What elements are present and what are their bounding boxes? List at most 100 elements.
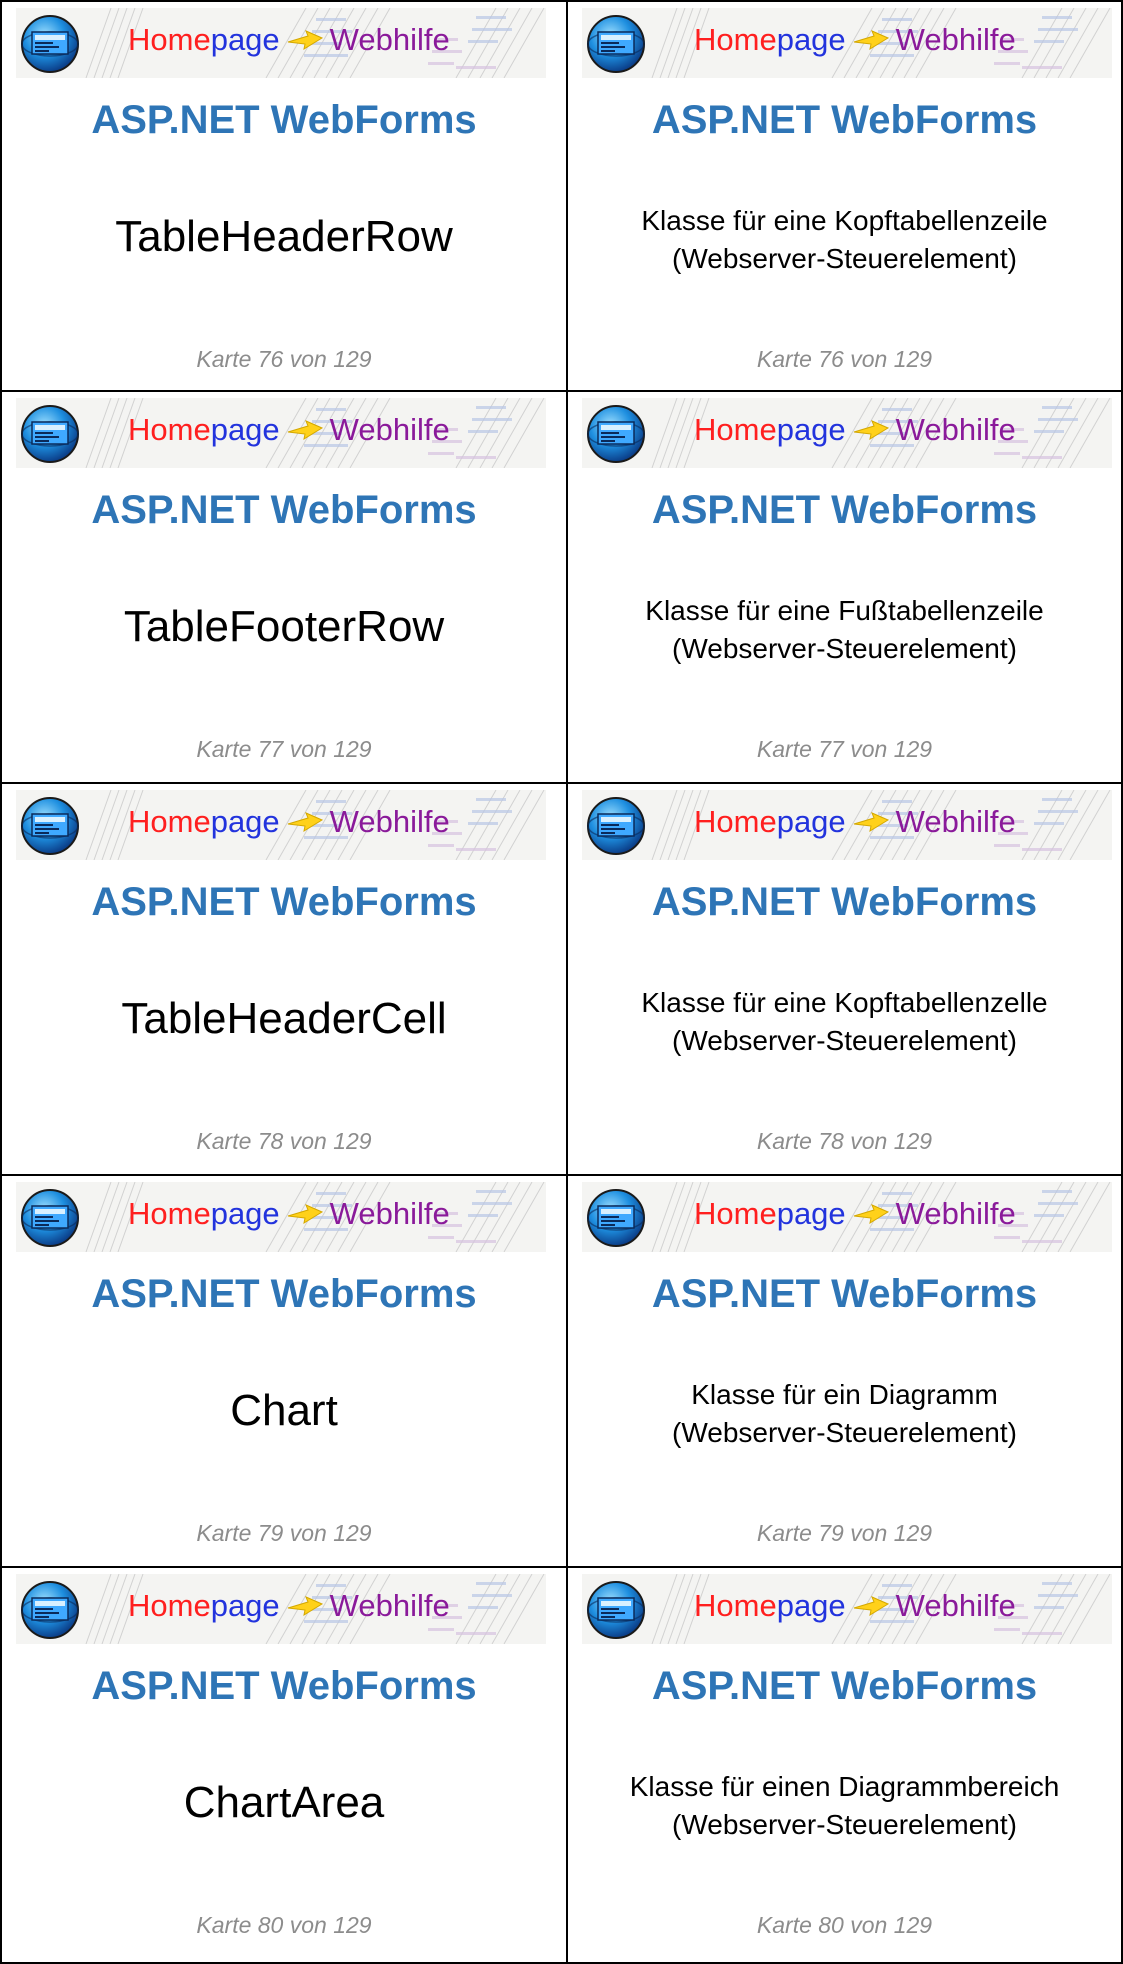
- banner-home-text: Home: [694, 1588, 777, 1623]
- banner-webhilfe-text: Webhilfe: [895, 1588, 1016, 1623]
- banner-home-text: Home: [128, 804, 211, 839]
- flashcard-back: Homepage Webhilfe ASP.NET WebForms Klass…: [568, 392, 1123, 784]
- banner-wordmark: Homepage Webhilfe: [694, 410, 1016, 450]
- banner-page-text: page: [210, 1588, 280, 1623]
- card-title: ASP.NET WebForms: [91, 880, 477, 924]
- card-description: Klasse für eine Kopftabellenzelle (Webser…: [568, 984, 1121, 1060]
- card-description-line: Klasse für eine Kopftabellenzeile: [641, 205, 1048, 236]
- card-number: Karte 76 von 129: [196, 346, 372, 372]
- card-term: TableHeaderCell: [121, 994, 447, 1043]
- card-term: Chart: [230, 1386, 338, 1435]
- card-number: Karte 80 von 129: [756, 1912, 933, 1938]
- banner-home-text: Home: [128, 1196, 211, 1231]
- card-number: Karte 78 von 129: [196, 1128, 372, 1154]
- card-number: Karte 76 von 129: [756, 346, 933, 372]
- banner-page-text: page: [776, 22, 846, 57]
- banner-home-text: Home: [694, 22, 777, 57]
- banner-wordmark: Homepage Webhilfe: [694, 802, 1016, 842]
- banner-page-text: page: [210, 22, 280, 57]
- card-term: ChartArea: [183, 1778, 385, 1827]
- card-description: Klasse für einen Diagrammbereich (Webserv…: [568, 1768, 1121, 1844]
- card-number: Karte 78 von 129: [756, 1128, 933, 1154]
- card-title: ASP.NET WebForms: [651, 488, 1038, 532]
- card-number: Karte 80 von 129: [196, 1912, 372, 1938]
- yellow-arrow-icon: [287, 811, 323, 832]
- banner-home-text: Home: [694, 1196, 777, 1231]
- flashcard-back: Homepage Webhilfe ASP.NET WebForms Klass…: [568, 0, 1123, 392]
- card-title: ASP.NET WebForms: [91, 98, 477, 142]
- globe-monitor-icon: [587, 1189, 645, 1247]
- flashcard-back: Homepage Webhilfe ASP.NET WebForms Klass…: [568, 1568, 1123, 1964]
- card-description-line: Klasse für ein Diagramm: [691, 1379, 998, 1410]
- card-title: ASP.NET WebForms: [651, 1272, 1038, 1316]
- card-title: ASP.NET WebForms: [91, 1272, 477, 1316]
- homepage-webhilfe-banner: Homepage Webhilfe: [582, 8, 1112, 78]
- card-term: TableFooterRow: [123, 602, 445, 651]
- yellow-arrow-icon: [853, 811, 889, 832]
- homepage-webhilfe-banner: Homepage Webhilfe: [582, 790, 1112, 860]
- card-title: ASP.NET WebForms: [651, 98, 1038, 142]
- banner-webhilfe-text: Webhilfe: [895, 22, 1016, 57]
- banner-webhilfe-text: Webhilfe: [329, 804, 450, 839]
- flashcard-front: Homepage Webhilfe ASP.NET WebForms Chart…: [0, 1176, 568, 1568]
- banner-webhilfe-text: Webhilfe: [895, 1196, 1016, 1231]
- yellow-arrow-icon: [853, 1595, 889, 1616]
- card-description: Klasse für ein Diagramm (Webserver-Steuer…: [568, 1376, 1121, 1452]
- banner-wordmark: Homepage Webhilfe: [694, 20, 1016, 60]
- flashcard-front: Homepage Webhilfe ASP.NET WebForms Chart…: [0, 1568, 568, 1964]
- globe-monitor-icon: [21, 1581, 79, 1639]
- card-number: Karte 79 von 129: [196, 1520, 372, 1546]
- banner-wordmark: Homepage Webhilfe: [128, 1194, 450, 1234]
- globe-monitor-icon: [587, 1581, 645, 1639]
- globe-monitor-icon: [21, 405, 79, 463]
- card-description: Klasse für eine Fußtabellenzeile (Webserv…: [568, 592, 1121, 668]
- homepage-webhilfe-banner: Homepage Webhilfe: [16, 398, 546, 468]
- globe-monitor-icon: [587, 797, 645, 855]
- card-number: Karte 79 von 129: [756, 1520, 933, 1546]
- banner-home-text: Home: [694, 412, 777, 447]
- banner-wordmark: Homepage Webhilfe: [128, 410, 450, 450]
- card-description-line: (Webserver-Steuerelement): [672, 1417, 1017, 1448]
- card-title: ASP.NET WebForms: [651, 880, 1038, 924]
- globe-monitor-icon: [587, 15, 645, 73]
- banner-page-text: page: [776, 1588, 846, 1623]
- banner-page-text: page: [210, 1196, 280, 1231]
- yellow-arrow-icon: [853, 1203, 889, 1224]
- card-description-line: Klasse für eine Kopftabellenzelle: [641, 987, 1048, 1018]
- card-title: ASP.NET WebForms: [91, 488, 477, 532]
- card-description-line: (Webserver-Steuerelement): [672, 243, 1017, 274]
- banner-home-text: Home: [128, 1588, 211, 1623]
- card-title: ASP.NET WebForms: [91, 1664, 477, 1708]
- banner-page-text: page: [776, 412, 846, 447]
- banner-webhilfe-text: Webhilfe: [895, 804, 1016, 839]
- banner-page-text: page: [210, 804, 280, 839]
- card-number: Karte 77 von 129: [196, 736, 372, 762]
- yellow-arrow-icon: [287, 1203, 323, 1224]
- flashcard-sheet: Homepage Webhilfe ASP.NET WebForms Table…: [0, 0, 1123, 1964]
- banner-page-text: page: [210, 412, 280, 447]
- card-description: Klasse für eine Kopftabellenzeile (Webser…: [568, 202, 1121, 278]
- card-description-line: (Webserver-Steuerelement): [672, 1025, 1017, 1056]
- homepage-webhilfe-banner: Homepage Webhilfe: [582, 1574, 1112, 1644]
- banner-wordmark: Homepage Webhilfe: [128, 802, 450, 842]
- homepage-webhilfe-banner: Homepage Webhilfe: [16, 790, 546, 860]
- banner-home-text: Home: [128, 22, 211, 57]
- globe-monitor-icon: [21, 1189, 79, 1247]
- homepage-webhilfe-banner: Homepage Webhilfe: [582, 1182, 1112, 1252]
- flashcard-front: Homepage Webhilfe ASP.NET WebForms Table…: [0, 392, 568, 784]
- card-description-line: Klasse für einen Diagrammbereich: [629, 1771, 1060, 1802]
- flashcard-back: Homepage Webhilfe ASP.NET WebForms Klass…: [568, 1176, 1123, 1568]
- banner-page-text: page: [776, 1196, 846, 1231]
- banner-wordmark: Homepage Webhilfe: [128, 20, 450, 60]
- flashcard-front: Homepage Webhilfe ASP.NET WebForms Table…: [0, 0, 568, 392]
- yellow-arrow-icon: [287, 1595, 323, 1616]
- globe-monitor-icon: [21, 15, 79, 73]
- homepage-webhilfe-banner: Homepage Webhilfe: [16, 1182, 546, 1252]
- yellow-arrow-icon: [853, 29, 889, 50]
- banner-wordmark: Homepage Webhilfe: [694, 1586, 1016, 1626]
- banner-webhilfe-text: Webhilfe: [329, 1196, 450, 1231]
- flashcard-front: Homepage Webhilfe ASP.NET WebForms Table…: [0, 784, 568, 1176]
- card-description-line: (Webserver-Steuerelement): [672, 633, 1017, 664]
- card-number: Karte 77 von 129: [756, 736, 933, 762]
- banner-webhilfe-text: Webhilfe: [329, 412, 450, 447]
